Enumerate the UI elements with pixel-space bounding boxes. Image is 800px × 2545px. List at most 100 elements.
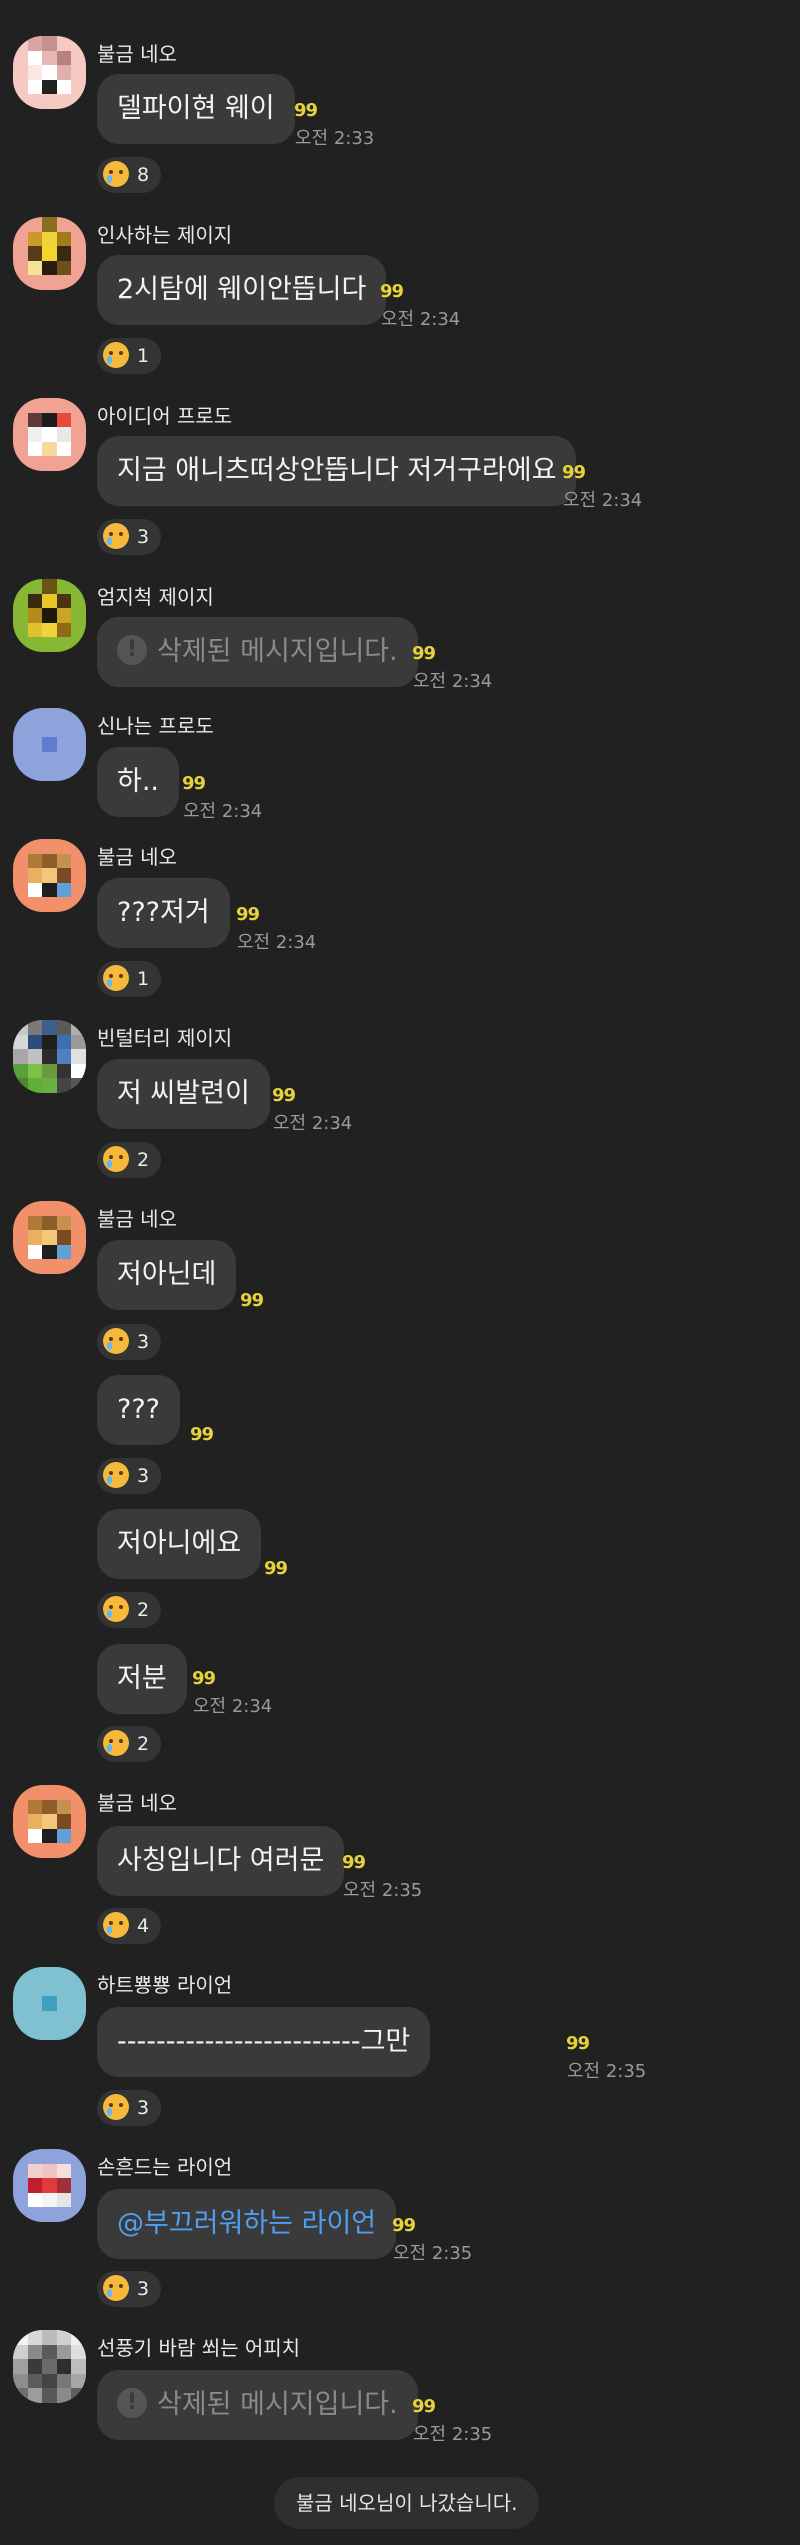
mention-bubble[interactable]: @부끄러워하는 라이언 — [97, 2189, 397, 2259]
message-bubble[interactable]: 지금 애니츠떠상안뜹니다 저거구라에요 — [97, 436, 577, 506]
message-time: 오전 2:34 — [381, 309, 461, 330]
sender-name: 손흔드는 라이언 — [97, 2155, 233, 2179]
reaction-count: 2 — [137, 1733, 150, 1755]
crying-face-icon — [103, 964, 129, 991]
crying-face-icon — [103, 341, 129, 368]
avatar[interactable] — [13, 398, 86, 471]
reaction-count: 4 — [137, 1915, 150, 1937]
message-bubble[interactable]: 저아닌데 — [97, 1240, 237, 1310]
unread-count: 99 — [392, 2215, 416, 2236]
reaction-count: 3 — [137, 2278, 150, 2300]
crying-face-icon — [103, 160, 129, 187]
deleted-message-bubble[interactable]: ! 삭제된 메시지입니다. — [97, 2370, 418, 2440]
crying-face-icon — [103, 522, 129, 549]
message-time: 오전 2:35 — [343, 1880, 423, 1901]
avatar[interactable] — [13, 1967, 86, 2040]
sender-name: 불금 네오 — [97, 845, 177, 869]
message-bubble[interactable]: ??? — [97, 1375, 180, 1445]
sender-name: 인사하는 제이지 — [97, 223, 233, 247]
avatar[interactable] — [13, 1201, 86, 1274]
avatar[interactable] — [13, 839, 86, 912]
unread-count: 99 — [562, 462, 586, 483]
sender-name: 엄지척 제이지 — [97, 585, 214, 609]
crying-face-icon — [103, 1595, 129, 1622]
reaction-count: 1 — [137, 968, 150, 990]
message-time: 오전 2:34 — [273, 1113, 353, 1134]
reaction-count: 2 — [137, 1149, 150, 1171]
avatar[interactable] — [13, 217, 86, 290]
reaction-badge[interactable]: 8 — [97, 157, 162, 193]
unread-count: 99 — [236, 904, 260, 925]
message-time: 오전 2:34 — [413, 671, 493, 692]
avatar[interactable] — [13, 1020, 86, 1093]
reaction-badge[interactable]: 2 — [97, 1726, 162, 1762]
crying-face-icon — [103, 1911, 129, 1938]
reaction-badge[interactable]: 2 — [97, 1592, 162, 1628]
sender-name: 불금 네오 — [97, 1207, 177, 1231]
sender-name: 아이디어 프로도 — [97, 404, 233, 428]
sender-name: 불금 네오 — [97, 1791, 177, 1815]
reaction-count: 2 — [137, 1599, 150, 1621]
deleted-message-text: 삭제된 메시지입니다. — [157, 636, 398, 667]
crying-face-icon — [103, 1145, 129, 1172]
message-bubble[interactable]: 하.. — [97, 747, 180, 817]
exclamation-icon: ! — [117, 2387, 147, 2418]
avatar[interactable] — [13, 36, 86, 109]
reaction-badge[interactable]: 1 — [97, 338, 162, 374]
message-time: 오전 2:34 — [183, 801, 263, 822]
avatar[interactable] — [13, 1785, 86, 1858]
message-bubble[interactable]: 델파이현 웨이 — [97, 74, 295, 144]
message-time: 오전 2:35 — [567, 2061, 647, 2082]
reaction-badge[interactable]: 3 — [97, 1324, 162, 1360]
reaction-badge[interactable]: 3 — [97, 519, 162, 555]
message-bubble[interactable]: 2시탐에 웨이안뜹니다 — [97, 255, 387, 325]
unread-count: 99 — [412, 643, 436, 664]
sender-name: 빈털터리 제이지 — [97, 1026, 233, 1050]
unread-count: 99 — [272, 1085, 296, 1106]
reaction-badge[interactable]: 3 — [97, 2271, 162, 2307]
message-bubble[interactable]: 저아니에요 — [97, 1509, 262, 1579]
sender-name: 선풍기 바람 쐬는 어피치 — [97, 2336, 301, 2360]
reaction-badge[interactable]: 2 — [97, 1142, 162, 1178]
message-bubble[interactable]: -------------------------그만 — [97, 2007, 431, 2077]
message-bubble[interactable]: 저 씨발련이 — [97, 1059, 270, 1129]
message-bubble[interactable]: ???저거 — [97, 878, 230, 948]
message-time: 오전 2:34 — [193, 1696, 273, 1717]
message-time: 오전 2:33 — [295, 128, 375, 149]
unread-count: 99 — [182, 773, 206, 794]
message-time: 오전 2:35 — [413, 2424, 493, 2445]
system-message: 불금 네오님이 나갔습니다. — [274, 2477, 540, 2529]
reaction-count: 3 — [137, 1331, 150, 1353]
deleted-message-text: 삭제된 메시지입니다. — [157, 2389, 398, 2420]
avatar[interactable] — [13, 579, 86, 652]
crying-face-icon — [103, 1461, 129, 1488]
reaction-badge[interactable]: 3 — [97, 2090, 162, 2126]
unread-count: 99 — [342, 1852, 366, 1873]
unread-count: 99 — [192, 1668, 216, 1689]
avatar[interactable] — [13, 708, 86, 781]
message-bubble[interactable]: 사칭입니다 여러문 — [97, 1826, 345, 1896]
avatar[interactable] — [13, 2330, 86, 2403]
crying-face-icon — [103, 1327, 129, 1354]
unread-count: 99 — [380, 281, 404, 302]
deleted-message-bubble[interactable]: ! 삭제된 메시지입니다. — [97, 617, 418, 687]
crying-face-icon — [103, 2274, 129, 2301]
message-time: 오전 2:34 — [237, 932, 317, 953]
message-bubble[interactable]: 저분 — [97, 1644, 187, 1714]
message-time: 오전 2:34 — [563, 490, 643, 511]
unread-count: 99 — [264, 1558, 288, 1579]
unread-count: 99 — [566, 2033, 590, 2054]
reaction-count: 1 — [137, 345, 150, 367]
sender-name: 하트뿅뿅 라이언 — [97, 1973, 233, 1997]
reaction-badge[interactable]: 1 — [97, 961, 162, 997]
reaction-count: 3 — [137, 2097, 150, 2119]
unread-count: 99 — [294, 100, 318, 121]
sender-name: 불금 네오 — [97, 42, 177, 66]
reaction-count: 3 — [137, 1465, 150, 1487]
crying-face-icon — [103, 1729, 129, 1756]
message-time: 오전 2:35 — [393, 2243, 473, 2264]
sender-name: 신나는 프로도 — [97, 714, 214, 738]
reaction-badge[interactable]: 3 — [97, 1458, 162, 1494]
avatar[interactable] — [13, 2149, 86, 2222]
reaction-badge[interactable]: 4 — [97, 1908, 162, 1944]
